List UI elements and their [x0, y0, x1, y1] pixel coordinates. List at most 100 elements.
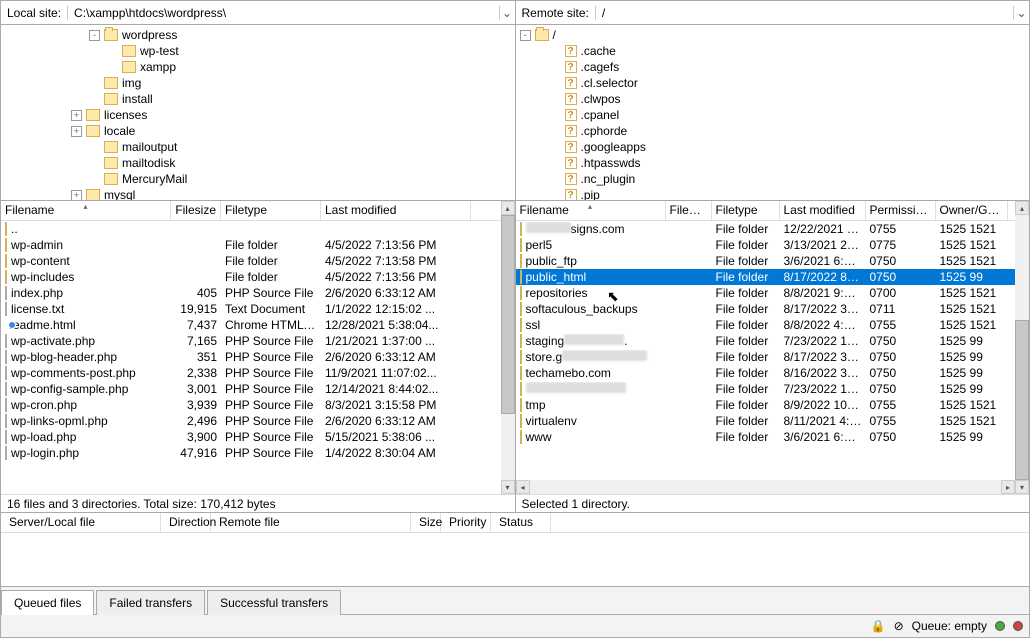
- queue-header[interactable]: Server/Local fileDirectionRemote fileSiz…: [1, 513, 1029, 533]
- local-file-list[interactable]: ..wp-adminFile folder4/5/2022 7:13:56 PM…: [1, 221, 501, 494]
- tree-item[interactable]: +mysql: [1, 187, 515, 200]
- remote-vscrollbar[interactable]: ▴ ▾: [1015, 201, 1029, 494]
- tree-item[interactable]: MercuryMail: [1, 171, 515, 187]
- list-row[interactable]: wp-activate.php7,165PHP Source File1/21/…: [1, 333, 501, 349]
- remote-file-list[interactable]: signs.comFile folder12/22/2021 3:1...075…: [516, 221, 1016, 480]
- remote-path-dropdown[interactable]: ⌄: [1013, 6, 1029, 20]
- list-row[interactable]: public_ftpFile folder3/6/2021 6:36:2...0…: [516, 253, 1016, 269]
- folder-icon: [535, 29, 549, 41]
- list-row[interactable]: tmpFile folder8/9/2022 10:20:...07551525…: [516, 397, 1016, 413]
- remote-hscrollbar[interactable]: ◂ ▸: [516, 480, 1016, 494]
- list-row[interactable]: virtualenvFile folder8/11/2021 4:36:...0…: [516, 413, 1016, 429]
- tree-item[interactable]: ?.cpanel: [516, 107, 1030, 123]
- tree-item[interactable]: ?.cphorde: [516, 123, 1030, 139]
- scroll-left-icon[interactable]: ◂: [516, 480, 530, 494]
- queue-column-header[interactable]: Priority: [441, 513, 491, 532]
- tree-item[interactable]: ?.nc_plugin: [516, 171, 1030, 187]
- list-row[interactable]: wp-includesFile folder4/5/2022 7:13:56 P…: [1, 269, 501, 285]
- list-row[interactable]: techamebo.comFile folder8/16/2022 3:45:.…: [516, 365, 1016, 381]
- list-row[interactable]: File folder7/23/2022 1:11:...07501525 99: [516, 381, 1016, 397]
- local-tree[interactable]: -wordpresswp-testxamppimginstall+license…: [1, 25, 515, 200]
- collapse-icon[interactable]: -: [89, 30, 100, 41]
- tree-item[interactable]: ?.clwpos: [516, 91, 1030, 107]
- local-list-header[interactable]: ▴FilenameFilesizeFiletypeLast modified: [1, 201, 501, 221]
- column-header[interactable]: Filetype: [712, 201, 780, 220]
- list-row[interactable]: public_htmlFile folder8/17/2022 8:55:...…: [516, 269, 1016, 285]
- tree-item[interactable]: +licenses: [1, 107, 515, 123]
- column-header[interactable]: Filesize: [171, 201, 221, 220]
- list-row[interactable]: perl5File folder3/13/2021 2:29:...077515…: [516, 237, 1016, 253]
- tree-item[interactable]: ?.pip: [516, 187, 1030, 200]
- queue-column-header[interactable]: Remote file: [211, 513, 411, 532]
- queue-column-header[interactable]: Size: [411, 513, 441, 532]
- tree-item[interactable]: +locale: [1, 123, 515, 139]
- tree-item[interactable]: ?.googleapps: [516, 139, 1030, 155]
- filename-label: public_html: [526, 270, 587, 284]
- queue-column-header[interactable]: Direction: [161, 513, 211, 532]
- list-row[interactable]: wp-blog-header.php351PHP Source File2/6/…: [1, 349, 501, 365]
- local-path-input[interactable]: [70, 4, 496, 22]
- list-row[interactable]: staging.File folder7/23/2022 1:11:...075…: [516, 333, 1016, 349]
- tree-item[interactable]: wp-test: [1, 43, 515, 59]
- local-vscrollbar[interactable]: ▴ ▾: [501, 201, 515, 494]
- tree-item[interactable]: mailtodisk: [1, 155, 515, 171]
- tree-item[interactable]: -/: [516, 27, 1030, 43]
- tab-failed-transfers[interactable]: Failed transfers: [96, 590, 205, 615]
- filename-label: license.txt: [11, 302, 64, 316]
- tree-item[interactable]: ?.cache: [516, 43, 1030, 59]
- tree-item[interactable]: ?.cl.selector: [516, 75, 1030, 91]
- list-row[interactable]: wp-config-sample.php3,001PHP Source File…: [1, 381, 501, 397]
- tab-queued-files[interactable]: Queued files: [1, 590, 94, 615]
- queue-column-header[interactable]: Status: [491, 513, 551, 532]
- scroll-down-icon[interactable]: ▾: [1015, 480, 1029, 494]
- list-row[interactable]: wp-comments-post.php2,338PHP Source File…: [1, 365, 501, 381]
- expand-icon[interactable]: +: [71, 126, 82, 137]
- lock-icon[interactable]: 🔒: [871, 619, 886, 633]
- list-row[interactable]: readme.html7,437Chrome HTML Do...12/28/2…: [1, 317, 501, 333]
- tree-item[interactable]: img: [1, 75, 515, 91]
- list-row[interactable]: store.gFile folder8/17/2022 3:30:...0750…: [516, 349, 1016, 365]
- scroll-up-icon[interactable]: ▴: [501, 201, 515, 215]
- local-path-dropdown[interactable]: ⌄: [499, 6, 515, 20]
- remote-list-header[interactable]: ▴FilenameFilesizeFiletypeLast modifiedPe…: [516, 201, 1016, 221]
- tree-item[interactable]: install: [1, 91, 515, 107]
- list-row[interactable]: wp-cron.php3,939PHP Source File8/3/2021 …: [1, 397, 501, 413]
- column-header[interactable]: ▴Filename: [516, 201, 666, 220]
- expand-icon[interactable]: +: [71, 190, 82, 201]
- column-header[interactable]: ▴Filename: [1, 201, 171, 220]
- list-row[interactable]: repositoriesFile folder8/8/2021 9:42:0..…: [516, 285, 1016, 301]
- list-row[interactable]: sslFile folder8/8/2022 4:56:3...07551525…: [516, 317, 1016, 333]
- list-row[interactable]: wp-links-opml.php2,496PHP Source File2/6…: [1, 413, 501, 429]
- scroll-right-icon[interactable]: ▸: [1001, 480, 1015, 494]
- column-header[interactable]: Filesize: [666, 201, 712, 220]
- list-row[interactable]: wwwFile folder3/6/2021 6:36:2...07501525…: [516, 429, 1016, 445]
- tree-item[interactable]: -wordpress: [1, 27, 515, 43]
- remote-tree[interactable]: -/?.cache?.cagefs?.cl.selector?.clwpos?.…: [516, 25, 1030, 200]
- column-header[interactable]: Last modified: [321, 201, 471, 220]
- scroll-up-icon[interactable]: ▴: [1015, 201, 1029, 215]
- list-row[interactable]: softaculous_backupsFile folder8/17/2022 …: [516, 301, 1016, 317]
- tree-item[interactable]: ?.cagefs: [516, 59, 1030, 75]
- list-row[interactable]: signs.comFile folder12/22/2021 3:1...075…: [516, 221, 1016, 237]
- collapse-icon[interactable]: -: [520, 30, 531, 41]
- expand-icon[interactable]: +: [71, 110, 82, 121]
- tree-item[interactable]: mailoutput: [1, 139, 515, 155]
- tree-item[interactable]: xampp: [1, 59, 515, 75]
- list-row[interactable]: license.txt19,915Text Document1/1/2022 1…: [1, 301, 501, 317]
- list-row[interactable]: wp-contentFile folder4/5/2022 7:13:58 PM: [1, 253, 501, 269]
- list-row[interactable]: wp-load.php3,900PHP Source File5/15/2021…: [1, 429, 501, 445]
- list-row[interactable]: wp-adminFile folder4/5/2022 7:13:56 PM: [1, 237, 501, 253]
- remote-path-input[interactable]: [598, 4, 1011, 22]
- tree-item[interactable]: ?.htpasswds: [516, 155, 1030, 171]
- tab-successful-transfers[interactable]: Successful transfers: [207, 590, 341, 615]
- queue-column-header[interactable]: Server/Local file: [1, 513, 161, 532]
- list-row[interactable]: wp-login.php47,916PHP Source File1/4/202…: [1, 445, 501, 461]
- column-header[interactable]: Permissions: [866, 201, 936, 220]
- column-header[interactable]: Last modified: [780, 201, 866, 220]
- scroll-down-icon[interactable]: ▾: [501, 480, 515, 494]
- list-row[interactable]: ..: [1, 221, 501, 237]
- list-row[interactable]: index.php405PHP Source File2/6/2020 6:33…: [1, 285, 501, 301]
- folder-icon: [104, 141, 118, 153]
- column-header[interactable]: Filetype: [221, 201, 321, 220]
- column-header[interactable]: Owner/Group: [936, 201, 1008, 220]
